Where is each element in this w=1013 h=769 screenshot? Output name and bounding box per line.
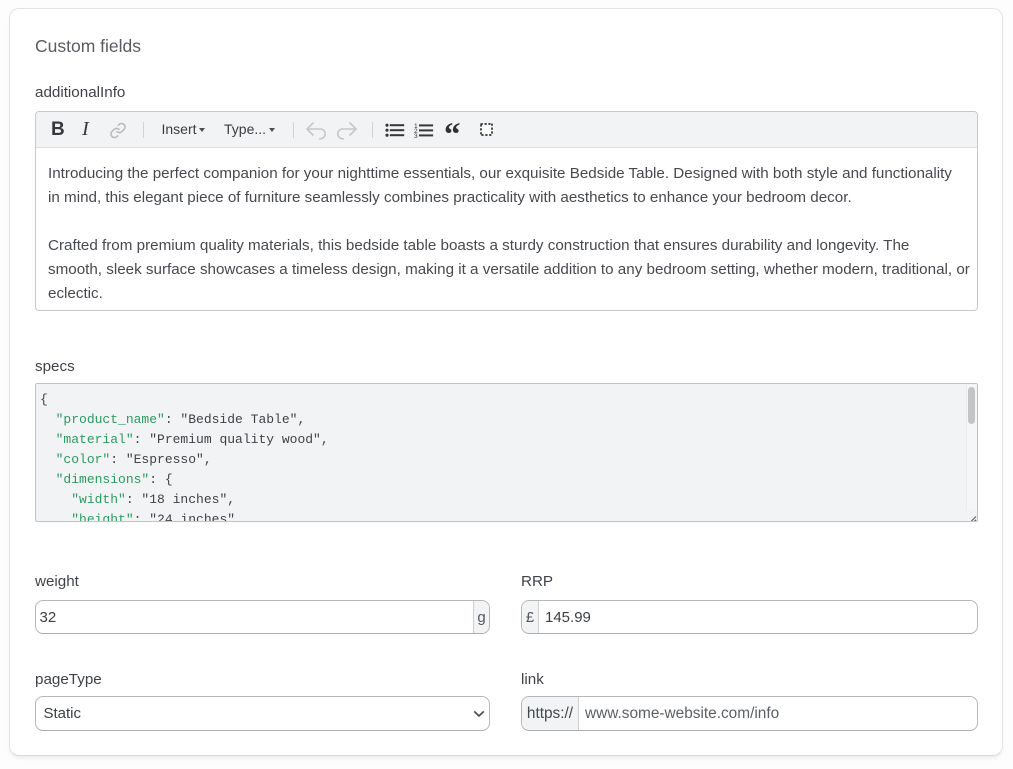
svg-text:3: 3 [414, 133, 418, 139]
